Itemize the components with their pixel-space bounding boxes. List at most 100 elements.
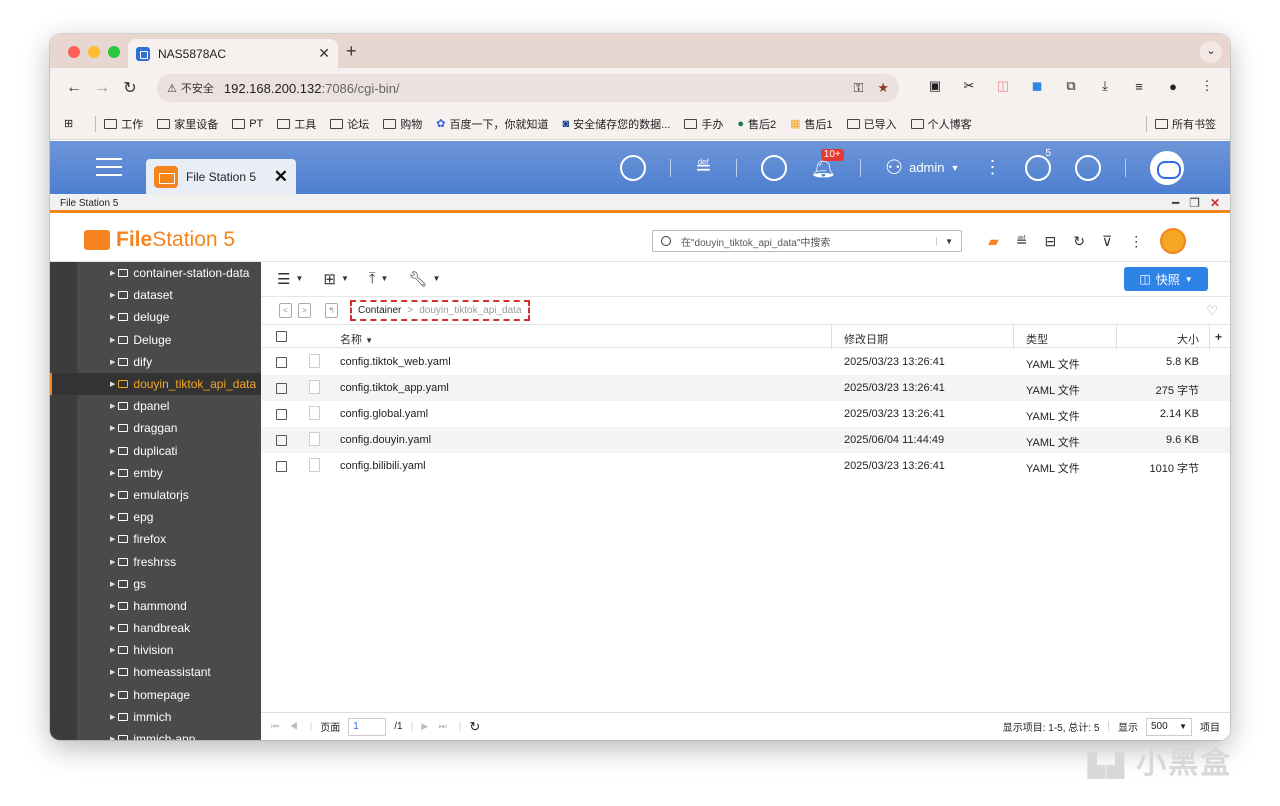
search-input[interactable]: 在"douyin_tiktok_api_data"中搜索 ▼: [652, 230, 962, 252]
tree-folder-item[interactable]: ▶ firefox: [50, 528, 261, 550]
tree-folder-item[interactable]: ▶ duplicati: [50, 440, 261, 462]
per-page-select[interactable]: 500 ▼: [1146, 717, 1192, 736]
tree-folder-item[interactable]: ▶ dataset: [50, 284, 261, 306]
first-prev-page-icons[interactable]: ⏮ ◀: [271, 721, 302, 732]
expand-arrow-icon[interactable]: ▶: [110, 513, 115, 521]
filter-icon[interactable]: ⊽: [1102, 233, 1112, 250]
next-last-page-icons[interactable]: ▶ ⏭: [421, 721, 451, 732]
extension-2-icon[interactable]: ✂: [960, 78, 978, 94]
select-all-checkbox[interactable]: [276, 331, 287, 342]
bookmark-item[interactable]: 个人博客: [910, 116, 972, 132]
reload-button[interactable]: ↻: [116, 78, 144, 98]
browser-menu-icon[interactable]: ⋮: [1198, 78, 1216, 94]
tree-folder-item[interactable]: ▶ draggan: [50, 417, 261, 439]
column-size[interactable]: 大小: [1177, 331, 1199, 347]
tree-folder-item[interactable]: ▶ handbreak: [50, 617, 261, 639]
nav-forward-icon[interactable]: >: [298, 302, 311, 318]
expand-arrow-icon[interactable]: ▶: [110, 402, 115, 410]
bookmark-item[interactable]: 工作: [104, 116, 143, 132]
minimize-icon[interactable]: ━: [1172, 196, 1179, 210]
create-folder-button[interactable]: ⊞ ▼: [323, 270, 349, 288]
tab-search-chevron-icon[interactable]: ⌄: [1200, 41, 1222, 63]
expand-arrow-icon[interactable]: ▶: [110, 691, 115, 699]
all-bookmarks[interactable]: 所有书签: [1155, 116, 1216, 132]
expand-arrow-icon[interactable]: ▶: [110, 447, 115, 455]
user-menu[interactable]: ⚇ admin ▼: [885, 155, 959, 180]
expand-arrow-icon[interactable]: ▶: [110, 646, 115, 654]
table-row[interactable]: config.bilibili.yaml 2025/03/23 13:26:41 Y…: [261, 453, 1230, 479]
tree-folder-item[interactable]: ▶ emby: [50, 462, 261, 484]
expand-arrow-icon[interactable]: ▶: [110, 624, 115, 632]
expand-arrow-icon[interactable]: ▶: [110, 713, 115, 721]
close-icon[interactable]: ✕: [1210, 196, 1220, 210]
tree-folder-item[interactable]: ▶ dify: [50, 351, 261, 373]
tree-folder-item[interactable]: ▶ container-station-data: [50, 262, 261, 284]
tree-folder-item[interactable]: ▶ immich-app: [50, 728, 261, 740]
refresh-list-icon[interactable]: ↻: [469, 719, 480, 735]
download-icon[interactable]: ⤓: [1096, 78, 1114, 94]
forward-button[interactable]: →: [88, 79, 116, 97]
info-icon[interactable]: 5: [1025, 148, 1052, 181]
more-icon[interactable]: ⋮: [1129, 233, 1143, 250]
expand-arrow-icon[interactable]: ▶: [110, 491, 115, 499]
snapshot-button[interactable]: ◫ 快照 ▼: [1124, 267, 1208, 291]
nav-back-icon[interactable]: <: [279, 302, 292, 318]
bookmark-item[interactable]: 论坛: [330, 116, 369, 132]
expand-arrow-icon[interactable]: ▶: [110, 735, 115, 740]
column-type[interactable]: 类型: [1026, 331, 1048, 347]
tree-folder-item[interactable]: ▶ douyin_tiktok_api_data: [50, 372, 261, 396]
tools-button[interactable]: 🔧︎ ▼: [408, 270, 440, 288]
expand-arrow-icon[interactable]: ▶: [110, 358, 115, 366]
media-queue-icon[interactable]: ≡: [1130, 79, 1148, 94]
more-options-icon[interactable]: ⋮: [983, 157, 1001, 178]
folder-icon[interactable]: ▰: [988, 233, 999, 250]
expand-arrow-icon[interactable]: ▶: [110, 602, 115, 610]
tree-folder-item[interactable]: ▶ emulatorjs: [50, 484, 261, 506]
table-row[interactable]: config.tiktok_app.yaml 2025/03/23 13:26:4…: [261, 375, 1230, 401]
row-checkbox[interactable]: [276, 409, 287, 420]
profile-avatar-icon[interactable]: ●: [1164, 79, 1182, 94]
bookmark-item[interactable]: 工具: [277, 116, 316, 132]
row-checkbox[interactable]: [276, 435, 287, 446]
tree-folder-item[interactable]: ▶ hivision: [50, 639, 261, 661]
qsync-icon[interactable]: [1160, 228, 1187, 254]
favorite-icon[interactable]: ♡: [1206, 303, 1218, 319]
expand-arrow-icon[interactable]: ▶: [110, 291, 115, 299]
expand-arrow-icon[interactable]: ▶: [110, 313, 115, 321]
background-task-icon[interactable]: ≝: [1016, 233, 1028, 250]
row-checkbox[interactable]: [276, 461, 287, 472]
bookmark-item[interactable]: 购物: [383, 116, 422, 132]
tree-folder-item[interactable]: ▶ Deluge: [50, 329, 261, 351]
row-checkbox[interactable]: [276, 357, 287, 368]
expand-arrow-icon[interactable]: ▶: [110, 668, 115, 676]
expand-arrow-icon[interactable]: ▶: [110, 535, 115, 543]
remote-mount-icon[interactable]: ⊟: [1045, 233, 1057, 250]
bookmark-item[interactable]: 家里设备: [157, 116, 218, 132]
extension-1-icon[interactable]: ▣: [926, 78, 944, 94]
add-column-icon[interactable]: +: [1215, 330, 1222, 344]
bookmark-item[interactable]: ◙ 安全储存您的数据...: [563, 116, 671, 132]
breadcrumb-current[interactable]: douyin_tiktok_api_data: [419, 305, 521, 316]
table-row[interactable]: config.tiktok_web.yaml 2025/03/23 13:26:4…: [261, 349, 1230, 375]
bookmark-item[interactable]: 手办: [684, 116, 723, 132]
column-date[interactable]: 修改日期: [844, 331, 888, 347]
expand-arrow-icon[interactable]: ▶: [110, 424, 115, 432]
expand-arrow-icon[interactable]: ▶: [110, 380, 115, 388]
column-name[interactable]: 名称 ▼: [340, 331, 373, 347]
expand-arrow-icon[interactable]: ▶: [110, 336, 115, 344]
breadcrumb-root[interactable]: Container: [358, 305, 401, 316]
tree-folder-item[interactable]: ▶ homepage: [50, 684, 261, 706]
close-app-icon[interactable]: ✕: [274, 167, 288, 187]
close-tab-icon[interactable]: ✕: [318, 45, 330, 62]
bookmark-item[interactable]: 已导入: [846, 116, 897, 132]
bookmark-item[interactable]: ● 售后2: [737, 116, 776, 132]
extension-4-icon[interactable]: ◼: [1028, 78, 1046, 94]
url-field[interactable]: ⚠ 不安全 192.168.200.132:7086/cgi-bin/ ⚿ ★: [157, 74, 899, 102]
bookmark-item[interactable]: PT: [232, 118, 263, 130]
table-row[interactable]: config.global.yaml 2025/03/23 13:26:41 YAM…: [261, 401, 1230, 427]
insecure-indicator[interactable]: ⚠ 不安全: [167, 80, 214, 96]
tree-folder-item[interactable]: ▶ hammond: [50, 595, 261, 617]
extension-3-icon[interactable]: ◫: [994, 78, 1012, 94]
bookmark-item[interactable]: ▦ 售后1: [790, 116, 833, 132]
apps-grid-icon[interactable]: ⊞: [64, 117, 73, 130]
